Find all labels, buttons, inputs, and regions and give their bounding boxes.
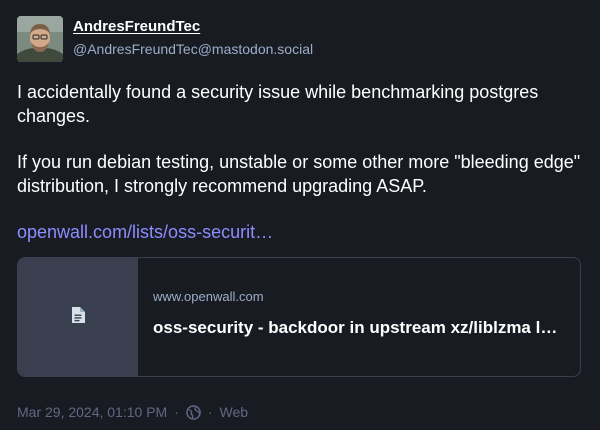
document-icon — [71, 306, 85, 328]
globe-icon — [186, 404, 201, 420]
content-paragraph: If you run debian testing, unstable or s… — [17, 152, 581, 196]
meta-separator: · — [174, 404, 179, 420]
link-preview-card[interactable]: www.openwall.com oss-security - backdoor… — [17, 257, 581, 377]
avatar[interactable] — [17, 16, 63, 62]
status-timestamp[interactable]: Mar 29, 2024, 01:10 PM — [17, 402, 167, 422]
meta-separator: · — [207, 404, 213, 420]
author-display-name[interactable]: AndresFreundTec — [73, 17, 200, 37]
card-domain: www.openwall.com — [153, 289, 264, 304]
status-content: I accidentally found a security issue wh… — [17, 80, 583, 198]
status-source: Web — [219, 404, 249, 420]
profile-photo-icon — [17, 16, 63, 62]
content-link[interactable]: openwall.com/lists/oss-securit… — [17, 220, 273, 244]
content-paragraph: I accidentally found a security issue wh… — [17, 82, 539, 126]
card-title: oss-security - backdoor in upstream xz/l… — [153, 318, 563, 337]
status-post: AndresFreundTec @AndresFreundTec@mastodo… — [0, 0, 600, 430]
card-thumbnail — [18, 258, 138, 376]
author-handle: @AndresFreundTec@mastodon.social — [73, 41, 314, 57]
status-meta: Mar 29, 2024, 01:10 PM · · Web — [17, 402, 248, 422]
